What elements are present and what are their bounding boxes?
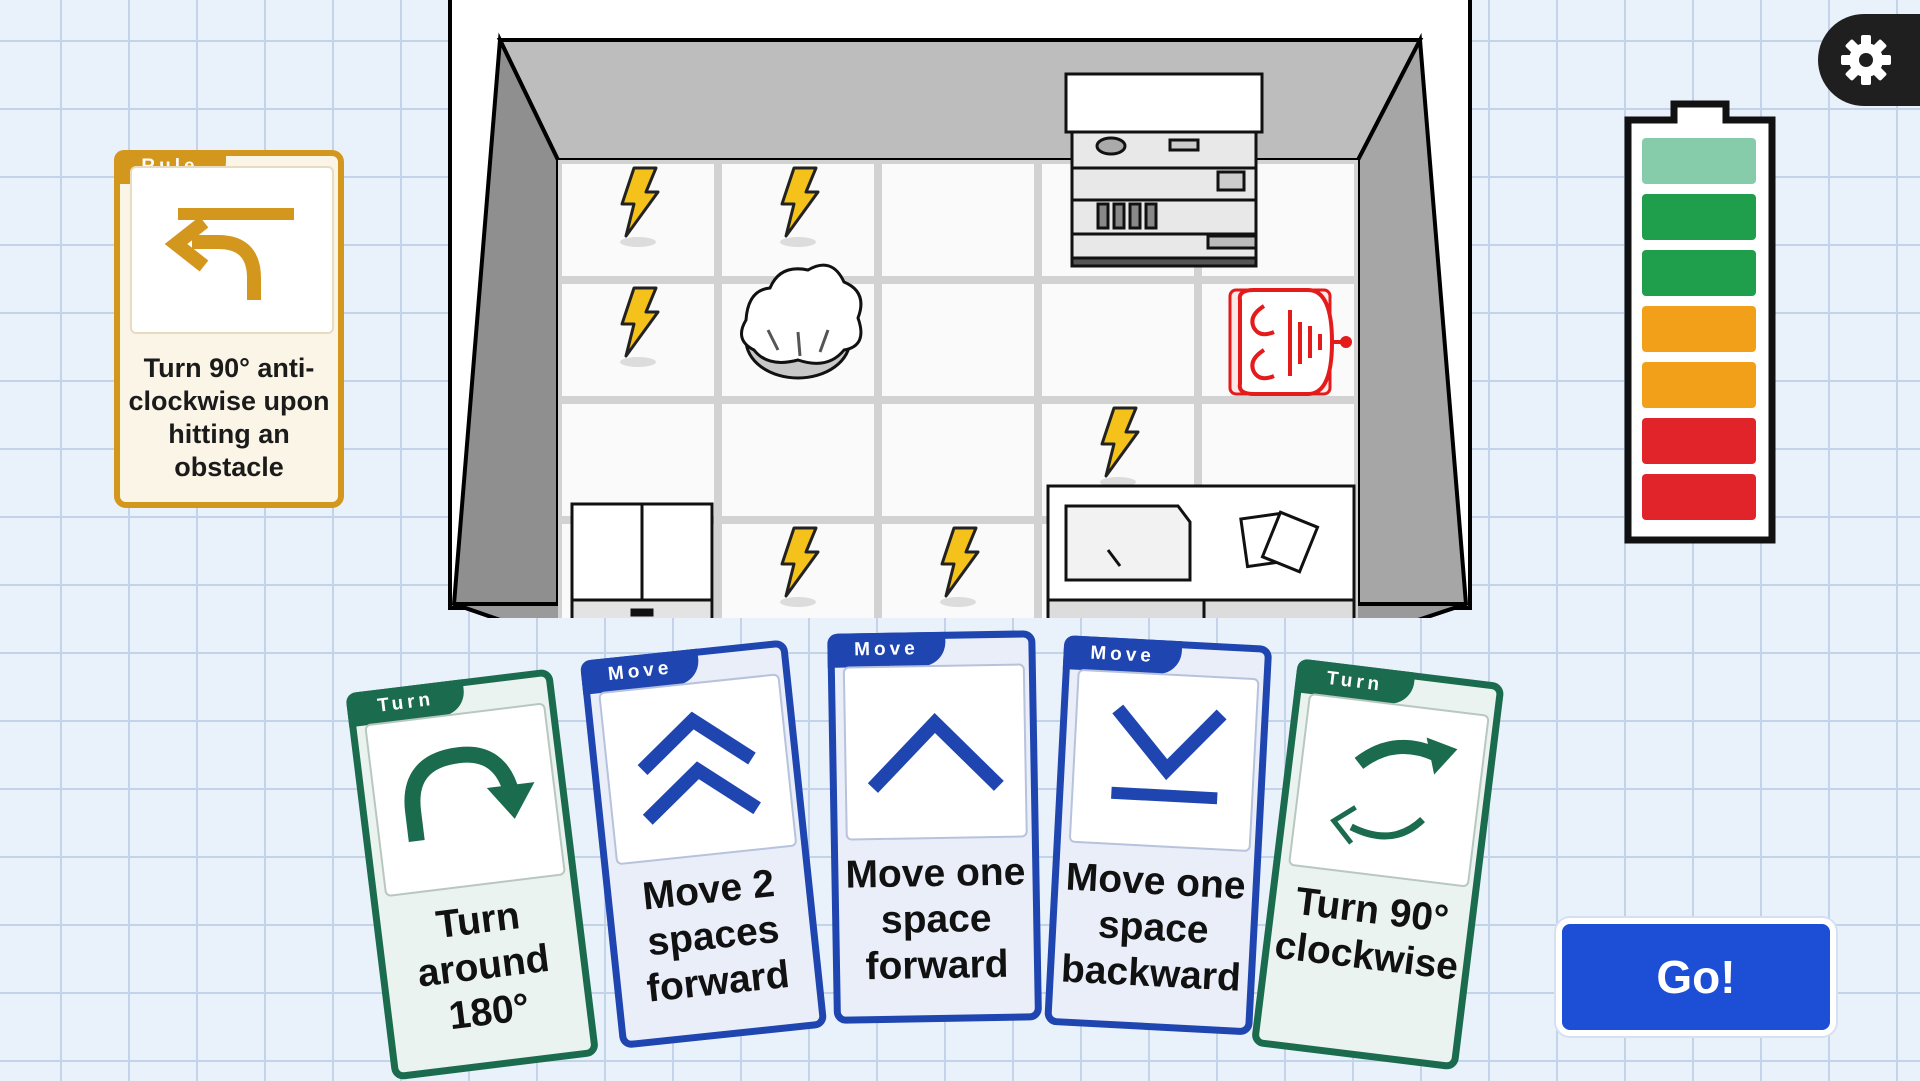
card-text-line: Move one (845, 850, 1026, 897)
card-text: Move one space backward (1053, 854, 1254, 1002)
card-art (1287, 692, 1490, 888)
settings-button[interactable] (1818, 14, 1920, 106)
go-button[interactable]: Go! (1556, 918, 1836, 1036)
shelf-icon (1064, 72, 1264, 268)
card-art (1068, 668, 1260, 853)
turn-around-arrow-icon (404, 746, 535, 842)
card-text-line: Move one (1064, 855, 1247, 908)
card-text-line: forward (865, 942, 1009, 989)
battery-cell (1642, 474, 1756, 520)
turn-left-arrow-icon (164, 208, 294, 300)
double-chevron-up-icon (637, 711, 761, 825)
battery-cell (1642, 306, 1756, 352)
battery-cell (1642, 418, 1756, 464)
card-art (598, 673, 798, 866)
battery-cell (1642, 250, 1756, 296)
battery-cell (1642, 362, 1756, 408)
card-art (842, 663, 1028, 841)
chevron-down-bar-icon (1111, 704, 1227, 805)
cabinet-icon (570, 502, 714, 630)
card-move-two-forward[interactable]: Move Move 2 spaces forward (579, 639, 828, 1049)
card-text: Turn around 180° (379, 886, 588, 1047)
rule-text: Turn 90° anti-clockwise upon hitting an … (128, 353, 330, 482)
gear-icon (1841, 35, 1891, 85)
card-text-line: backward (1059, 947, 1242, 1000)
rule-card: Rule Turn 90° anti-clockwise upon hittin… (114, 150, 344, 508)
rotate-clockwise-icon (1330, 737, 1458, 845)
rule-art (130, 166, 334, 334)
battery-meter (1622, 100, 1778, 544)
card-turn-clockwise[interactable]: Turn Turn 90° clockwise (1250, 658, 1505, 1071)
card-art (364, 702, 567, 898)
desk-icon (1046, 484, 1356, 636)
card-type-tab: Move (827, 631, 946, 668)
chevron-up-icon (867, 713, 1004, 793)
battery-cell (1642, 138, 1756, 184)
card-text: Move 2 spaces forward (610, 858, 817, 1016)
battery-cell (1642, 194, 1756, 240)
card-text: Turn 90° clockwise (1267, 876, 1471, 991)
game-board (448, 0, 1472, 643)
card-text-line: space (880, 897, 992, 942)
card-move-one-forward[interactable]: Move Move one space forward (827, 630, 1042, 1024)
card-turn-around[interactable]: Turn Turn around 180° (345, 668, 600, 1081)
card-text: Move one space forward (838, 849, 1034, 990)
card-move-one-backward[interactable]: Move Move one space backward (1044, 635, 1273, 1036)
